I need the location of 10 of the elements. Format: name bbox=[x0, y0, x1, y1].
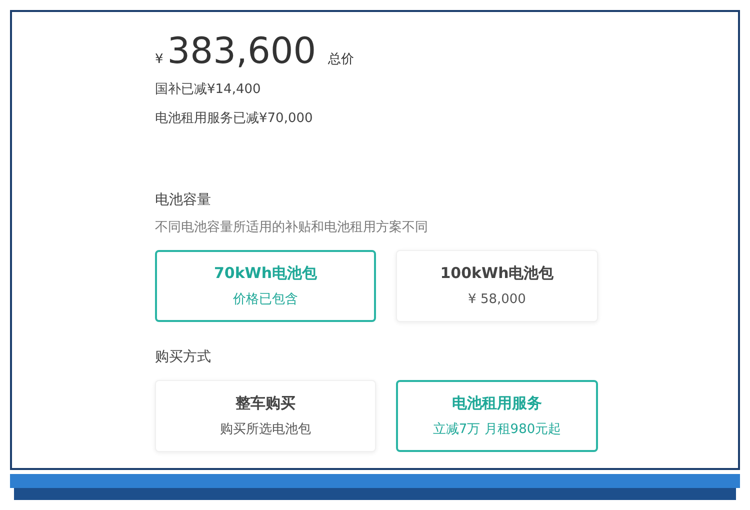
price-label: 总价 bbox=[328, 51, 354, 69]
option-card[interactable]: 100kWh电池包 ¥ 58,000 bbox=[396, 250, 598, 322]
section-subtitle: 不同电池容量所适用的补贴和电池租用方案不同 bbox=[155, 219, 429, 237]
currency-symbol: ¥ bbox=[155, 51, 164, 69]
discount-text: 电池租用服务已减¥70,000 bbox=[155, 110, 314, 128]
discount-text: 国补已减¥14,400 bbox=[155, 81, 262, 99]
section-title: 电池容量 bbox=[155, 191, 212, 210]
section-title: 购买方式 bbox=[155, 348, 212, 366]
option-card[interactable]: 整车购买 购买所选电池包 bbox=[155, 380, 376, 452]
total-price: 383,600 bbox=[167, 34, 316, 70]
